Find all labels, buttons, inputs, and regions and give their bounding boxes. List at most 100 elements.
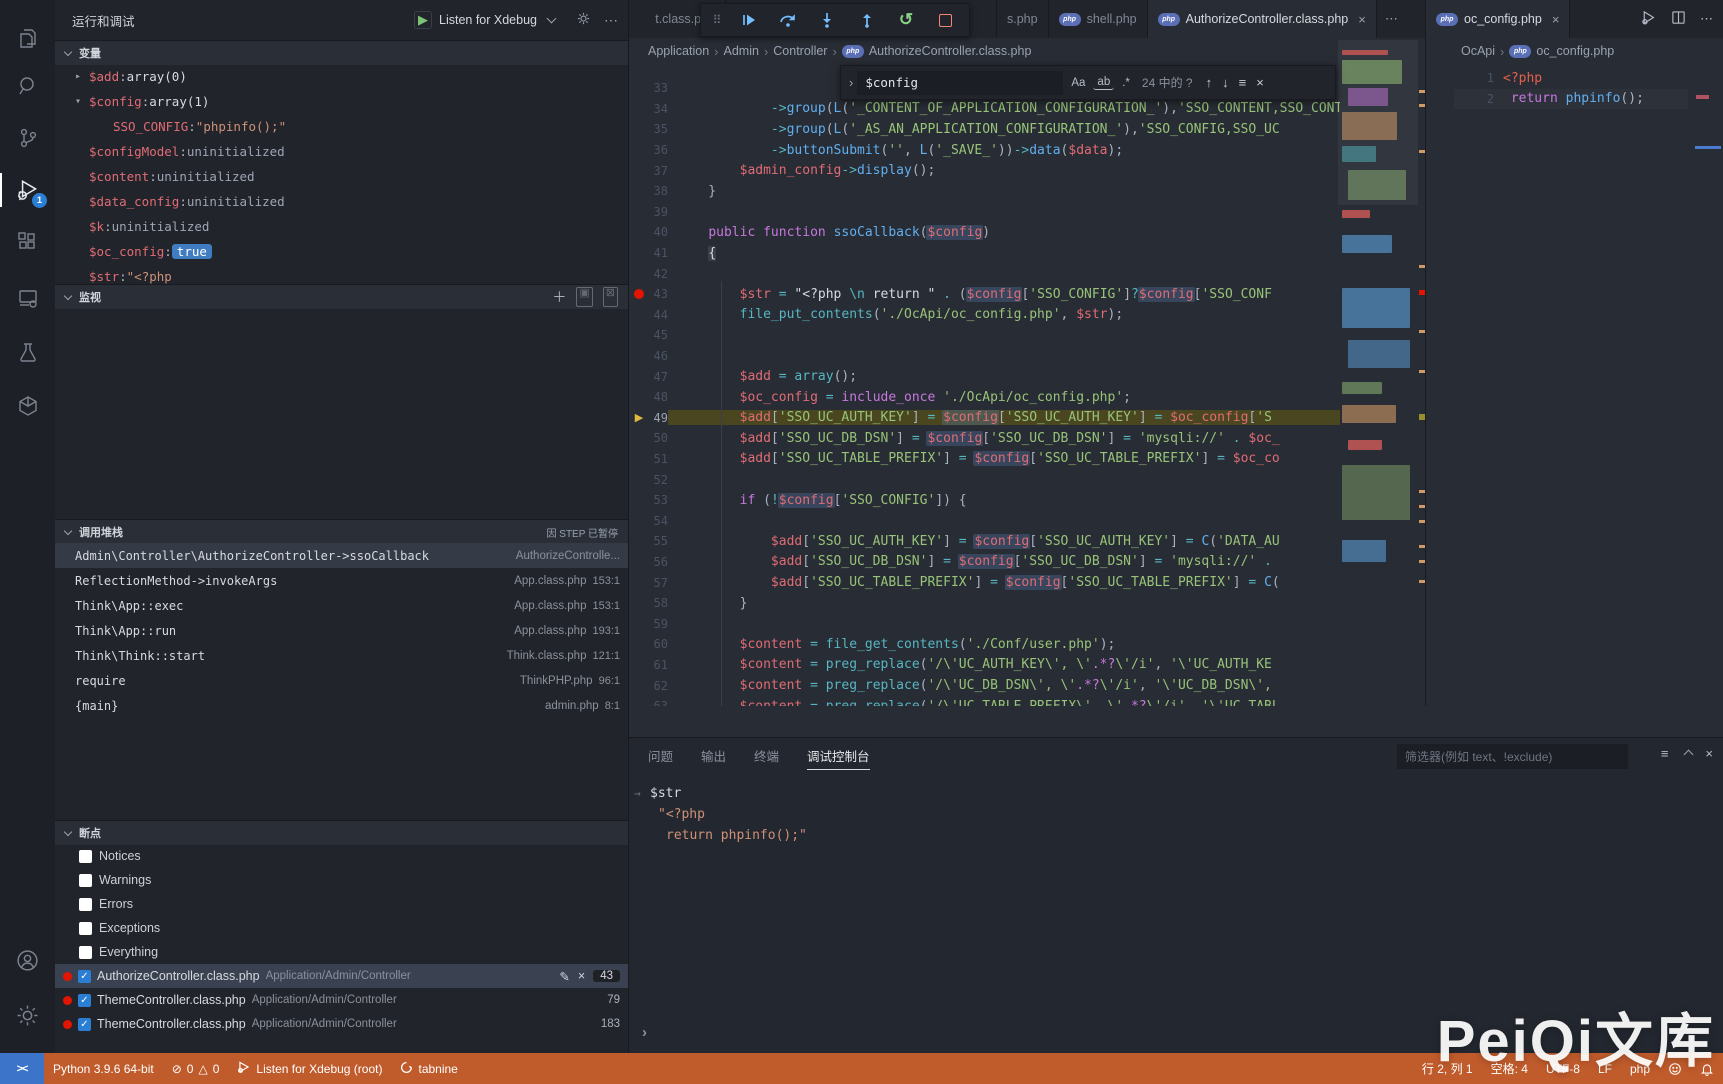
whole-word-icon[interactable]: ab xyxy=(1093,75,1114,90)
variable-row[interactable]: SSO_CONFIG: "phpinfo();" xyxy=(55,114,628,139)
package-icon[interactable] xyxy=(0,386,55,426)
start-debug-icon[interactable]: ▶ xyxy=(414,11,432,29)
variable-row[interactable]: $str: "<?php xyxy=(55,264,628,284)
search-icon[interactable] xyxy=(0,66,55,106)
remove-breakpoint-icon[interactable]: × xyxy=(578,969,585,983)
call-stack-section-header[interactable]: 调用堆栈 因 STEP 已暂停 xyxy=(55,519,628,544)
stack-frame-row[interactable]: Think\Think::startThink.class.php121:1 xyxy=(55,643,628,668)
minimap[interactable] xyxy=(1338,40,1418,620)
code-line[interactable]: ▶49 $add['SSO_UC_AUTH_KEY'] = $config['S… xyxy=(628,408,1340,429)
checkbox[interactable]: ✓ xyxy=(78,970,91,983)
find-input[interactable]: $config xyxy=(857,71,1063,95)
checkbox[interactable]: ✓ xyxy=(78,994,91,1007)
code-line[interactable]: 45 xyxy=(628,325,1340,346)
run-and-debug-icon[interactable]: 1 xyxy=(0,170,55,210)
checkbox[interactable] xyxy=(79,898,92,911)
step-into-button[interactable] xyxy=(815,8,839,32)
code-line[interactable]: 59 xyxy=(628,613,1340,634)
explorer-icon[interactable] xyxy=(0,18,55,58)
breakpoint-toggle[interactable]: Errors xyxy=(55,892,628,916)
code-line[interactable]: 40 public function ssoCallback($config) xyxy=(628,222,1340,243)
split-editor-icon[interactable] xyxy=(1671,10,1686,28)
breakpoint-toggle[interactable]: Everything xyxy=(55,940,628,964)
settings-gear-icon[interactable] xyxy=(0,995,55,1035)
panel-tab-输出[interactable]: 输出 xyxy=(701,746,726,769)
checkbox[interactable] xyxy=(79,874,92,887)
toolbar-grip-icon[interactable]: ⠿ xyxy=(713,13,722,27)
tab-authorizecontroller[interactable]: phpAuthorizeController.class.php× xyxy=(1148,0,1377,38)
close-panel-icon[interactable]: × xyxy=(1705,746,1713,761)
remove-watch-icon[interactable]: ⊠ xyxy=(603,287,618,307)
breakpoints-section-header[interactable]: 断点 xyxy=(55,820,628,845)
step-over-button[interactable] xyxy=(776,8,800,32)
code-line[interactable]: 56 $add['SSO_UC_DB_DSN'] = $config['SSO_… xyxy=(628,552,1340,573)
find-in-selection-icon[interactable]: ≡ xyxy=(1234,75,1252,90)
code-line[interactable]: 63 $content = preg_replace('/\'UC_TABLE_… xyxy=(628,696,1340,706)
code-line[interactable]: 42 xyxy=(628,263,1340,284)
match-case-icon[interactable]: Aa xyxy=(1067,76,1089,90)
breakpoint-entry[interactable]: ✓AuthorizeController.class.phpApplicatio… xyxy=(55,964,628,988)
code-line[interactable]: 1<?php xyxy=(1454,68,1688,89)
more-actions-icon[interactable]: ⋯ xyxy=(1700,11,1713,27)
code-line[interactable]: 47 $add = array(); xyxy=(628,366,1340,387)
remote-explorer-icon[interactable] xyxy=(0,278,55,318)
code-line[interactable]: 36 ->buttonSubmit('', L('_SAVE_'))->data… xyxy=(628,140,1340,161)
add-watch-icon[interactable]: ＋ xyxy=(552,287,566,307)
code-line[interactable]: 52 xyxy=(628,469,1340,490)
code-line[interactable]: 38 } xyxy=(628,181,1340,202)
tab-partial-2[interactable]: s.php xyxy=(997,0,1049,38)
next-match-icon[interactable]: ↓ xyxy=(1217,75,1234,90)
regex-icon[interactable]: .* xyxy=(1118,76,1134,90)
checkbox[interactable] xyxy=(79,850,92,863)
remote-indicator[interactable]: >< xyxy=(0,1053,44,1084)
variable-row[interactable]: $oc_config: true xyxy=(55,239,628,264)
output-options-icon[interactable]: ≡ xyxy=(1661,746,1669,761)
console-filter-input[interactable]: 筛选器(例如 text、!exclude) xyxy=(1397,744,1628,769)
maximize-panel-icon[interactable] xyxy=(1681,746,1692,761)
code-line[interactable]: 48 $oc_config = include_once './OcApi/oc… xyxy=(628,387,1340,408)
checkbox[interactable]: ✓ xyxy=(78,1018,91,1031)
checkbox[interactable] xyxy=(79,922,92,935)
code-line[interactable]: 50 $add['SSO_UC_DB_DSN'] = $config['SSO_… xyxy=(628,428,1340,449)
panel-tab-终端[interactable]: 终端 xyxy=(754,746,779,769)
watch-section-header[interactable]: 监视 ＋ ▣ ⊠ xyxy=(55,284,628,309)
stack-frame-row[interactable]: {main}admin.php8:1 xyxy=(55,693,628,718)
code-line[interactable]: 61 $content = preg_replace('/\'UC_AUTH_K… xyxy=(628,655,1340,676)
status-xdebug[interactable]: Listen for Xdebug (root) xyxy=(228,1053,391,1084)
testing-icon[interactable] xyxy=(0,332,55,372)
tab-oc-config[interactable]: phpoc_config.php× xyxy=(1426,0,1570,38)
run-or-debug-icon[interactable] xyxy=(1640,9,1657,29)
code-line[interactable]: 44 file_put_contents('./OcApi/oc_config.… xyxy=(628,305,1340,326)
close-tab-icon[interactable]: × xyxy=(1358,12,1366,27)
stop-button[interactable] xyxy=(933,8,957,32)
stack-frame-row[interactable]: Think\App::execApp.class.php153:1 xyxy=(55,593,628,618)
code-line[interactable]: 35 ->group(L('_AS_AN_APPLICATION_CONFIGU… xyxy=(628,119,1340,140)
variable-row[interactable]: $k: uninitialized xyxy=(55,214,628,239)
code-line[interactable]: 60 $content = file_get_contents('./Conf/… xyxy=(628,634,1340,655)
code-line[interactable]: 57 $add['SSO_UC_TABLE_PREFIX'] = $config… xyxy=(628,572,1340,593)
stack-frame-row[interactable]: Think\App::runApp.class.php193:1 xyxy=(55,618,628,643)
tab-shell-php[interactable]: phpshell.php xyxy=(1049,0,1148,38)
source-control-icon[interactable] xyxy=(0,118,55,158)
stack-frame-row[interactable]: Admin\Controller\AuthorizeController->ss… xyxy=(55,543,628,568)
step-out-button[interactable] xyxy=(855,8,879,32)
variables-section-header[interactable]: 变量 xyxy=(55,40,628,65)
variable-row[interactable]: $data_config: uninitialized xyxy=(55,189,628,214)
debug-console-output[interactable]: →$str"<?phpreturn phpinfo();" xyxy=(634,783,1713,846)
toggle-replace-icon[interactable]: › xyxy=(845,75,857,90)
code-line[interactable]: 46 xyxy=(628,346,1340,367)
breakpoint-entry[interactable]: ✓ThemeController.class.phpApplication/Ad… xyxy=(55,988,628,1012)
breakpoint-dot-icon[interactable] xyxy=(634,289,644,299)
status-problems[interactable]: ⊘0 △0 xyxy=(163,1053,229,1084)
status-tabnine[interactable]: tabnine xyxy=(391,1053,466,1084)
code-line[interactable]: 43 $str = "<?php \n return " . ($config[… xyxy=(628,284,1340,305)
more-actions-icon[interactable]: ⋯ xyxy=(604,12,618,29)
variable-row[interactable]: $content: uninitialized xyxy=(55,164,628,189)
code-line[interactable]: 37 $admin_config->display(); xyxy=(628,160,1340,181)
code-line[interactable]: 58 } xyxy=(628,593,1340,614)
code-editor[interactable]: 3334 ->group(L('_CONTENT_OF_APPLICATION_… xyxy=(628,38,1425,706)
code-lines[interactable]: 3334 ->group(L('_CONTENT_OF_APPLICATION_… xyxy=(628,78,1340,706)
stack-frame-row[interactable]: ReflectionMethod->invokeArgsApp.class.ph… xyxy=(55,568,628,593)
code-line[interactable]: 34 ->group(L('_CONTENT_OF_APPLICATION_CO… xyxy=(628,99,1340,120)
code-editor[interactable]: 1<?php2 return phpinfo(); xyxy=(1426,38,1723,706)
